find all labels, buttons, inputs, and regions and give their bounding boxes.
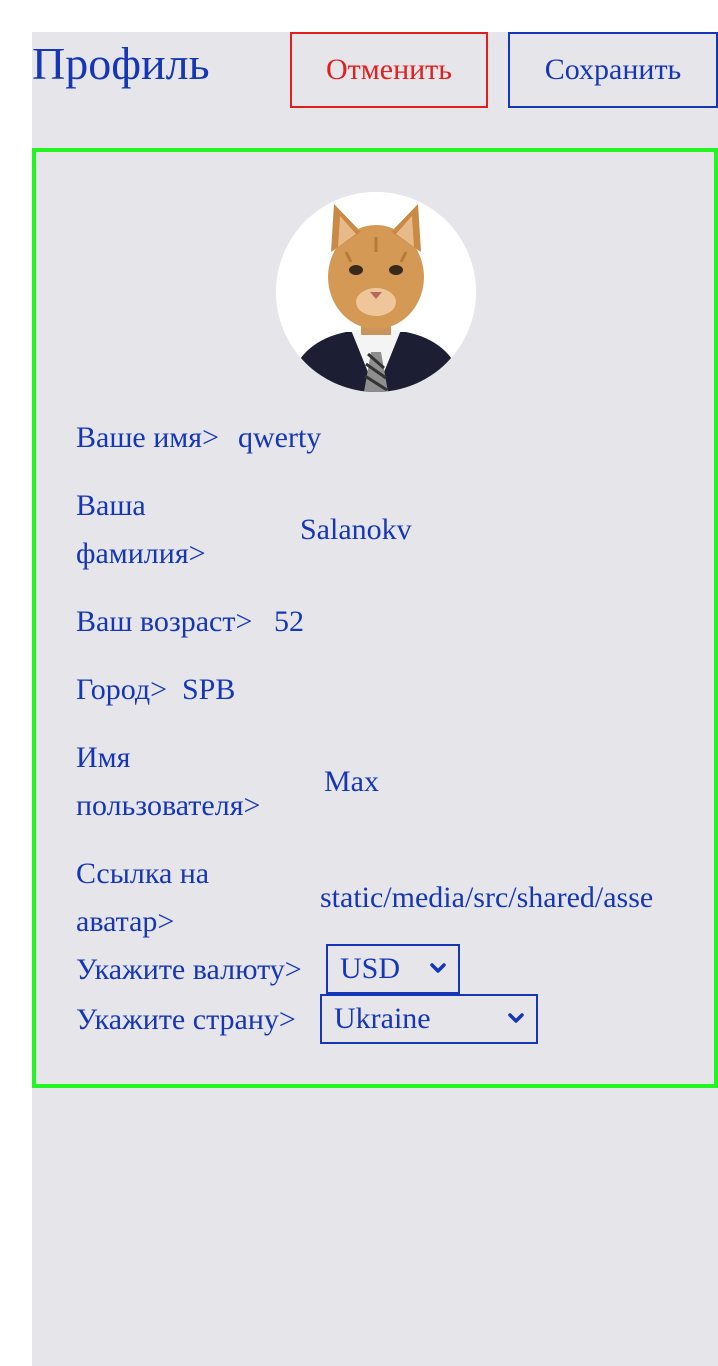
avatar-link-label-line1: Ссылка на — [76, 857, 210, 890]
profile-card: Ваше имя> qwerty Ваша фамилия> Salanokv … — [32, 148, 718, 1088]
username-label-line1: Имя — [76, 741, 131, 774]
avatar-link-value[interactable]: static/media/src/shared/asse — [320, 874, 653, 922]
page-title: Профиль — [32, 38, 210, 89]
last-name-label-line1: Ваша — [76, 489, 146, 522]
country-selected-value: Ukraine — [334, 1002, 431, 1035]
age-label: Ваш возраст> — [76, 605, 253, 638]
last-name-value[interactable]: Salanokv — [300, 506, 412, 554]
age-value[interactable]: 52 — [274, 598, 304, 646]
currency-label: Укажите валюту> — [76, 953, 302, 986]
avatar-image — [276, 192, 476, 392]
currency-select[interactable]: USD — [326, 944, 460, 994]
country-select[interactable]: Ukraine — [320, 994, 538, 1044]
avatar — [276, 192, 476, 392]
first-name-value[interactable]: qwerty — [238, 414, 321, 462]
chevron-down-icon — [506, 996, 526, 1056]
username-value[interactable]: Max — [324, 758, 379, 806]
save-button[interactable]: Сохранить — [508, 32, 718, 108]
last-name-label-line2: фамилия> — [76, 537, 206, 570]
username-label-line2: пользователя> — [76, 789, 261, 822]
currency-selected-value: USD — [340, 952, 401, 985]
city-value[interactable]: SPB — [182, 666, 235, 714]
country-label: Укажите страну> — [76, 1003, 296, 1036]
cancel-button[interactable]: Отменить — [290, 32, 488, 108]
city-label: Город> — [76, 673, 168, 706]
avatar-link-label-line2: аватар> — [76, 905, 175, 938]
first-name-label: Ваше имя> — [76, 421, 219, 454]
